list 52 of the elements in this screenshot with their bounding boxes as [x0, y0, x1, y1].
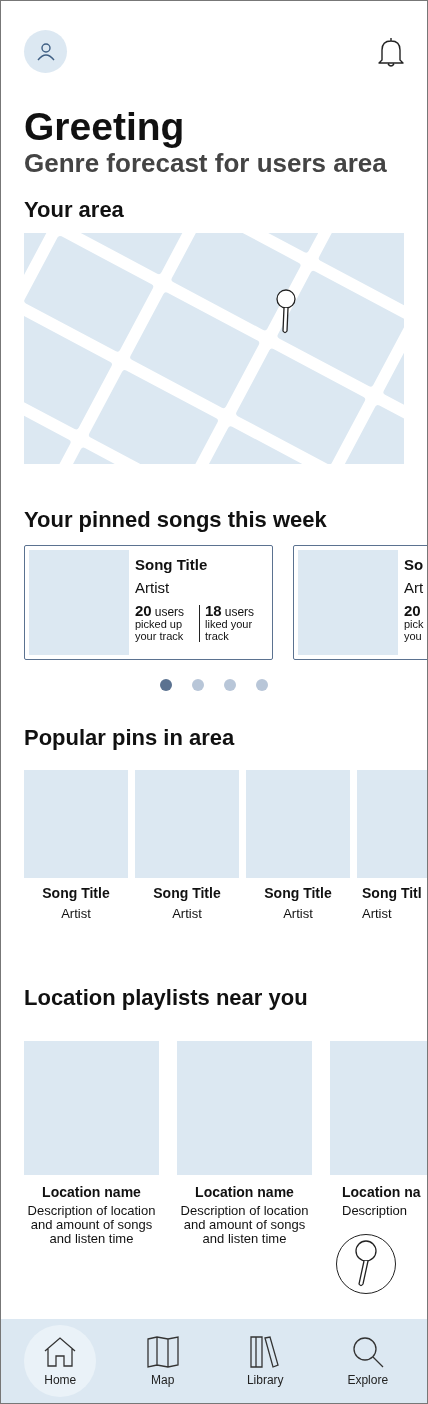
section-title: Location playlists near you: [23, 984, 309, 1012]
stat-text: 20 users picked up your track: [135, 605, 186, 642]
section-title: Popular pins in area: [23, 724, 236, 752]
home-icon: [43, 1335, 78, 1369]
artist-name: Artist: [171, 906, 203, 921]
location-name: Location na: [341, 1184, 422, 1200]
map-icon: [145, 1335, 180, 1369]
artist-name: Art: [404, 579, 425, 596]
nav-tab[interactable]: Home: [24, 1325, 97, 1397]
forecast-subtitle: Genre forecast for users area: [23, 148, 388, 178]
artist-name: Artist: [282, 906, 314, 921]
stat-text: 20 pick you: [404, 605, 425, 642]
playlist-cover[interactable]: [24, 1041, 159, 1175]
profile-avatar[interactable]: [24, 30, 67, 73]
playlist-cover[interactable]: [177, 1041, 312, 1175]
song-card[interactable]: So Art 20 pick you: [293, 545, 427, 660]
location-name: Location name: [194, 1184, 295, 1200]
song-title: So: [404, 556, 425, 573]
nav-tab[interactable]: Library: [229, 1325, 302, 1397]
pin-icon[interactable]: [275, 289, 297, 335]
greeting-title: Greeting: [23, 104, 186, 148]
location-description: Description of location and amount of songs and listen time: [26, 1204, 157, 1246]
song-card[interactable]: Song Title Artist 20 users picked up your track 18 users liked your track: [24, 545, 273, 660]
song-title: Song Title: [41, 885, 111, 901]
page-dot[interactable]: [192, 679, 204, 691]
nav-tab[interactable]: Map: [126, 1325, 199, 1397]
pin-button[interactable]: [336, 1234, 396, 1294]
song-title: Song Titl: [361, 885, 423, 901]
location-description: Description of location and amount of songs and listen time: [179, 1204, 310, 1246]
artist-name: Artist: [135, 579, 171, 596]
song-title: Song Title: [135, 556, 209, 573]
page-dot[interactable]: [160, 679, 172, 691]
song-title: Song Title: [152, 885, 222, 901]
song-cover[interactable]: [135, 770, 239, 878]
artist-name: Artist: [361, 906, 393, 921]
search-icon: [350, 1335, 385, 1369]
location-name: Location name: [41, 1184, 142, 1200]
person-icon: [35, 41, 56, 62]
playlist-cover[interactable]: [330, 1041, 427, 1175]
page-dot[interactable]: [256, 679, 268, 691]
song-cover[interactable]: [246, 770, 350, 878]
pin-icon: [353, 1240, 379, 1288]
song-cover[interactable]: [24, 770, 128, 878]
stat-text: 18 users liked your track: [199, 605, 265, 642]
section-title: Your area: [23, 196, 125, 224]
bell-icon[interactable]: [378, 35, 404, 68]
artist-name: Artist: [60, 906, 92, 921]
page-dot[interactable]: [224, 679, 236, 691]
nav-tab[interactable]: Explore: [331, 1325, 404, 1397]
song-title: Song Title: [263, 885, 333, 901]
section-title: Your pinned songs this week: [23, 506, 328, 534]
location-description: Description: [341, 1204, 409, 1218]
